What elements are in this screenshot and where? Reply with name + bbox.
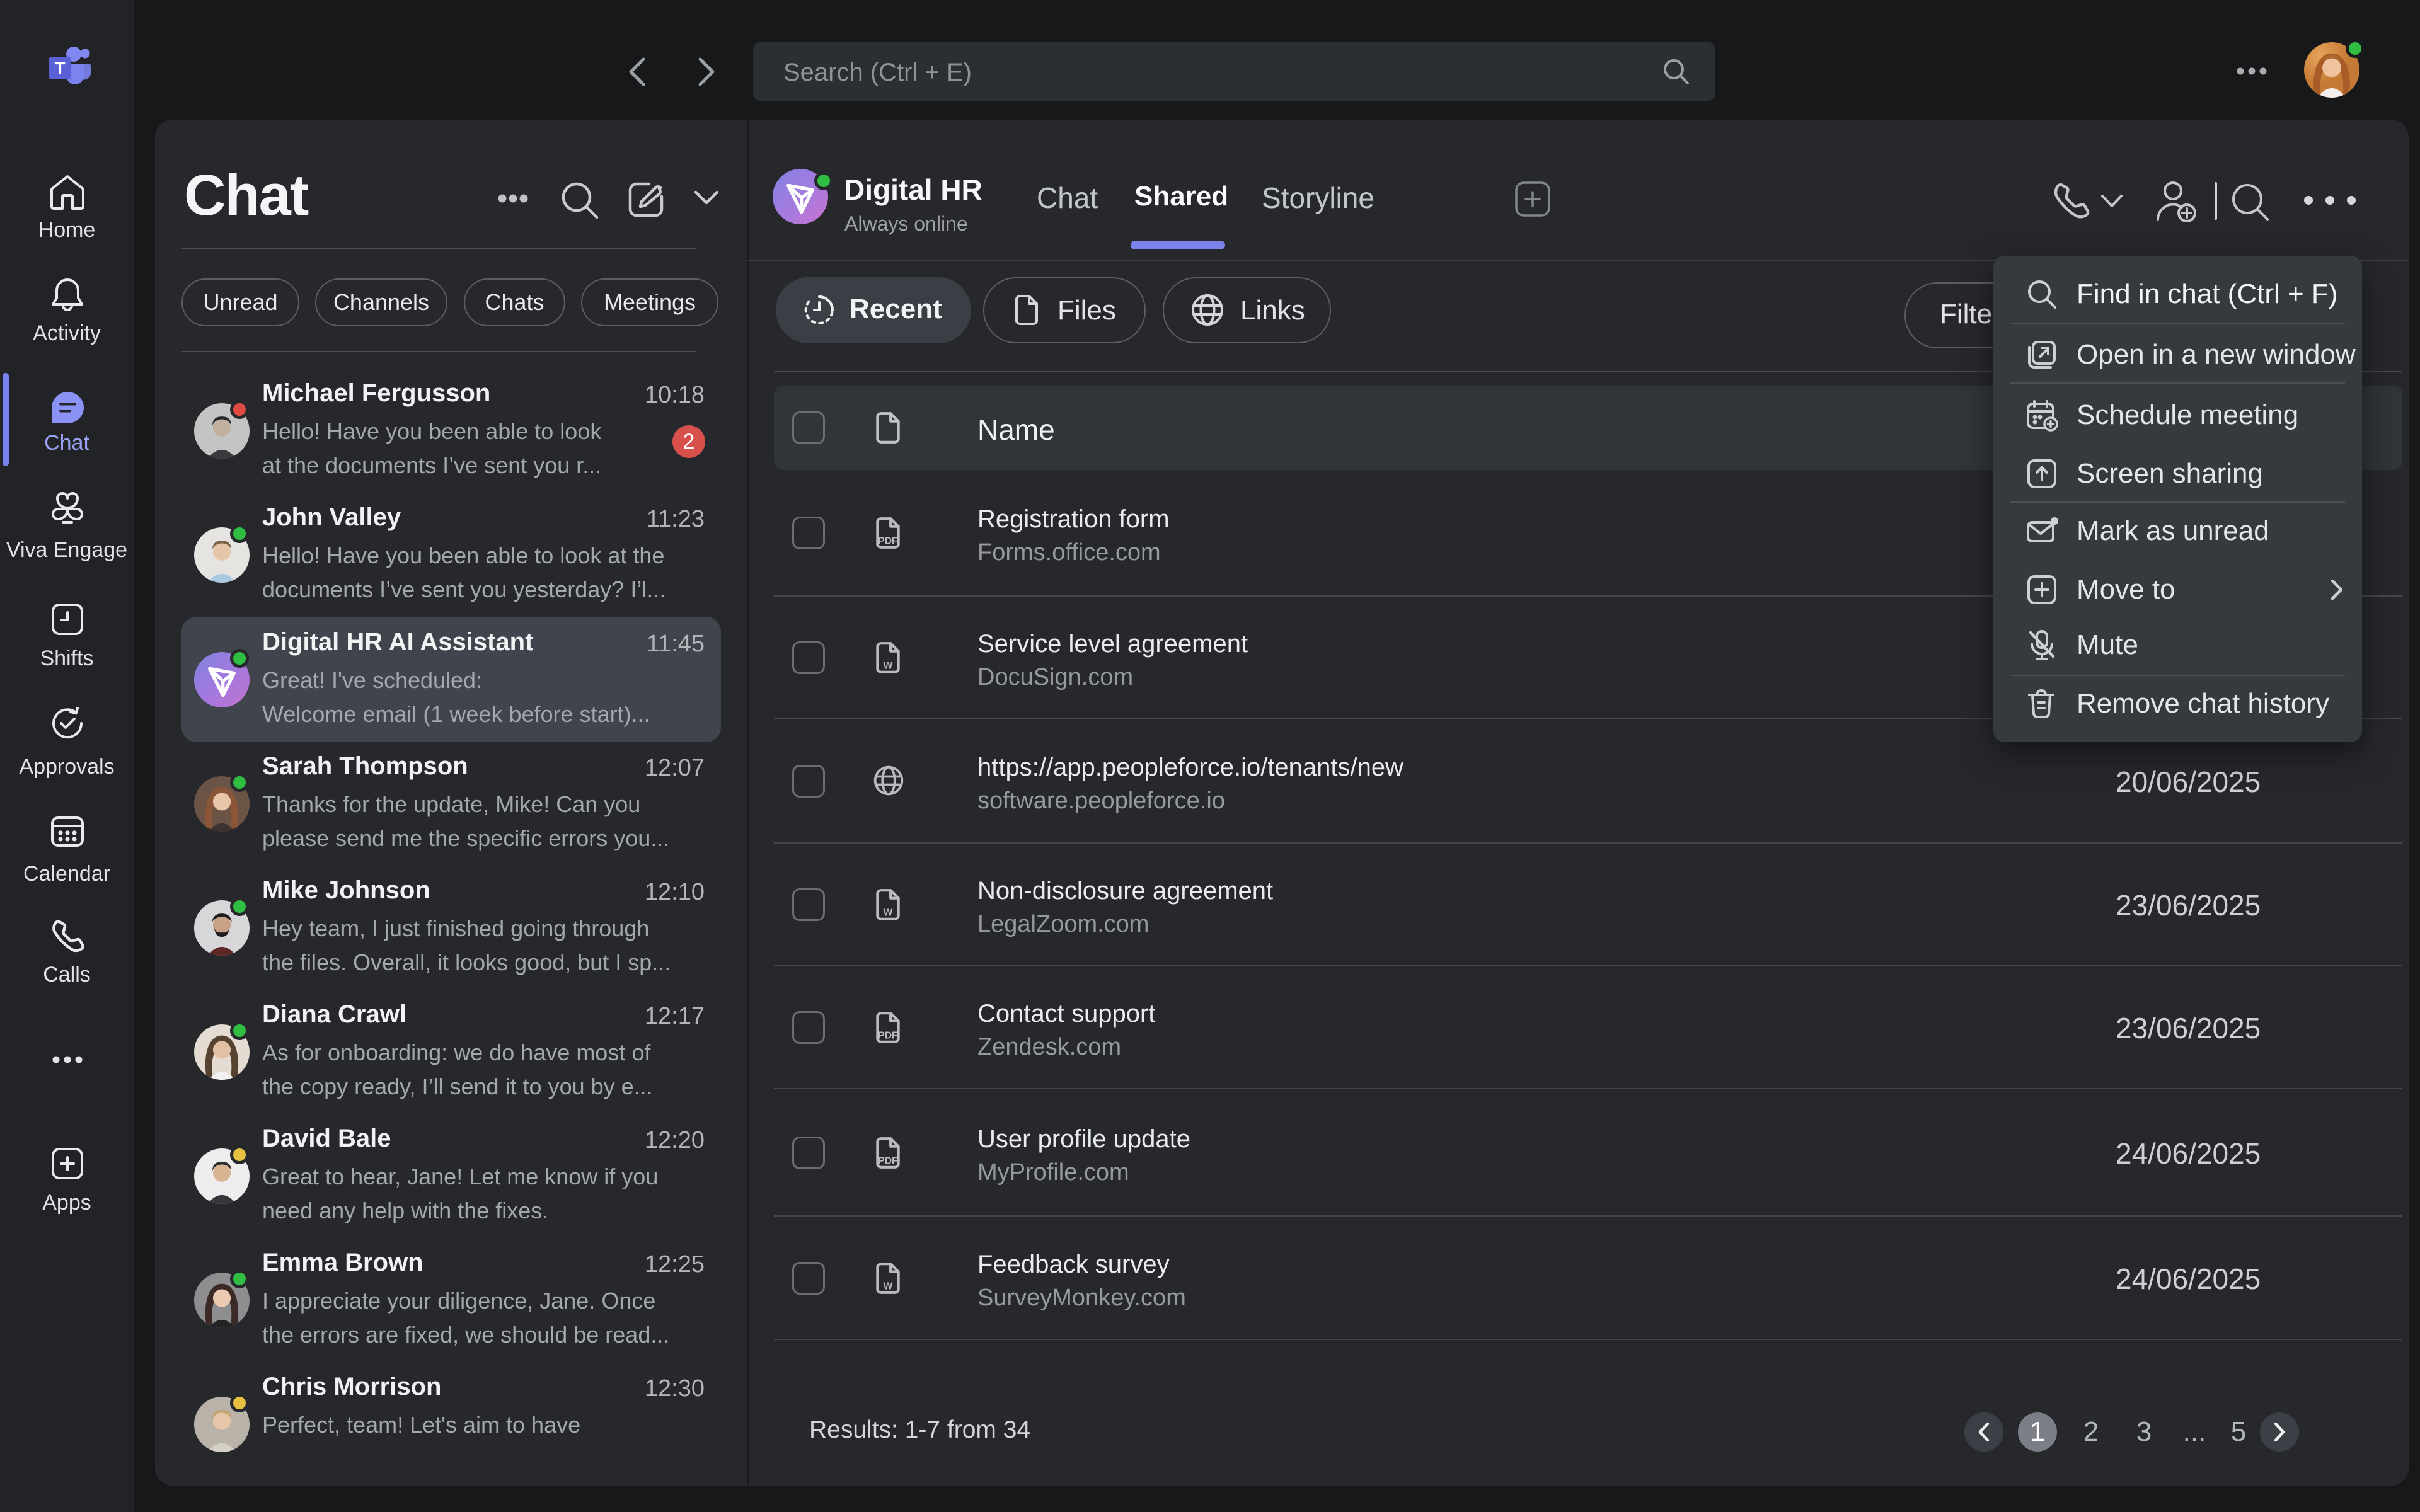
svg-text:PDF: PDF [878, 1031, 897, 1041]
svg-text:PDF: PDF [878, 1156, 897, 1167]
svg-text:W: W [884, 1281, 893, 1292]
svg-text:PDF: PDF [878, 536, 897, 547]
svg-text:W: W [884, 908, 893, 919]
svg-text:W: W [884, 661, 893, 672]
svg-text:T: T [54, 59, 65, 78]
